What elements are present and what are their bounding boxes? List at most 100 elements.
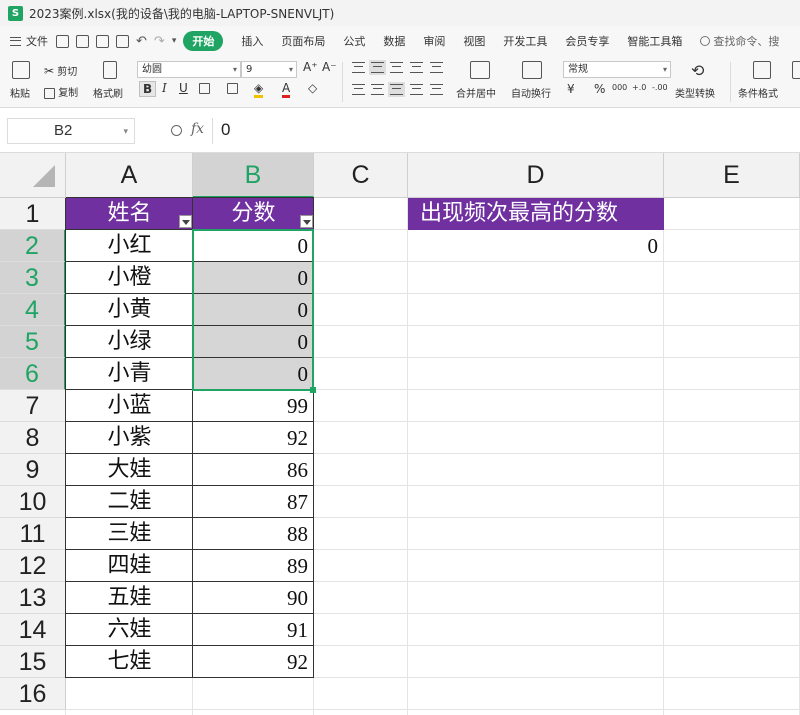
tab-member[interactable]: 会员专享	[565, 33, 609, 49]
cut-button[interactable]: ✂ 剪切	[44, 63, 77, 78]
print-icon[interactable]	[96, 34, 109, 48]
zoom-icon[interactable]	[171, 125, 182, 136]
cell-fill-style-button[interactable]	[227, 83, 238, 95]
cell-a4[interactable]: 小黄	[66, 294, 193, 326]
number-format-select[interactable]: 常规 ▾	[563, 61, 671, 78]
row-header-16[interactable]: 16	[0, 678, 66, 710]
justify-icon[interactable]	[410, 84, 423, 95]
align-middle-icon[interactable]	[369, 60, 386, 75]
column-header-e[interactable]: E	[664, 153, 800, 198]
print-preview-icon[interactable]	[116, 34, 129, 48]
border-button[interactable]	[199, 83, 210, 95]
wrap-text-button[interactable]	[522, 61, 542, 79]
tab-home[interactable]: 开始	[183, 31, 224, 51]
increase-decimal-button[interactable]: +.0	[632, 83, 646, 92]
cell-b14[interactable]: 91	[193, 614, 314, 646]
select-all-corner[interactable]	[0, 153, 66, 198]
cell-b10[interactable]: 87	[193, 486, 314, 518]
thousands-separator-button[interactable]: 000	[612, 83, 627, 92]
cell-a3[interactable]: 小橙	[66, 262, 193, 294]
cell-a5[interactable]: 小绿	[66, 326, 193, 358]
column-header-b[interactable]: B	[193, 153, 314, 198]
format-painter-button[interactable]	[101, 61, 117, 79]
file-menu[interactable]: 文件	[10, 33, 48, 49]
row-header-10[interactable]: 10	[0, 486, 66, 518]
row-header-15[interactable]: 15	[0, 646, 66, 678]
conditional-format-button[interactable]	[753, 61, 771, 79]
name-box[interactable]: B2 ▾	[7, 118, 135, 144]
copy-button[interactable]: 复制	[44, 84, 78, 99]
align-left-icon[interactable]	[352, 84, 365, 95]
shrink-font-button[interactable]: A⁻	[322, 60, 337, 74]
align-bottom-icon[interactable]	[390, 62, 403, 73]
cell-b6[interactable]: 0	[193, 358, 314, 390]
cell-a2[interactable]: 小红	[66, 230, 193, 262]
cell-b15[interactable]: 92	[193, 646, 314, 678]
quick-access-dropdown-icon[interactable]: ▾	[172, 36, 177, 46]
row-header-7[interactable]: 7	[0, 390, 66, 422]
row-header-6[interactable]: 6	[0, 358, 66, 390]
decrease-decimal-button[interactable]: -.00	[652, 83, 668, 92]
cell-a8[interactable]: 小紫	[66, 422, 193, 454]
redo-icon[interactable]: ↷	[154, 34, 165, 49]
spreadsheet-grid[interactable]: A B C D E 1 2 3 4 5 6 7 8 9 10 11 12 13 14 15 16 姓名 分数 出现频次最高的分…	[0, 153, 800, 715]
insert-function-button[interactable]: fx	[191, 121, 204, 137]
cell-a13[interactable]: 五娃	[66, 582, 193, 614]
cell-a9[interactable]: 大娃	[66, 454, 193, 486]
font-size-select[interactable]: 9 ▾	[241, 61, 297, 78]
cell-b5[interactable]: 0	[193, 326, 314, 358]
column-header-d[interactable]: D	[408, 153, 664, 198]
command-search[interactable]: 查找命令、搜	[700, 33, 779, 49]
undo-icon[interactable]: ↶	[136, 34, 147, 49]
row-header-5[interactable]: 5	[0, 326, 66, 358]
cell-a7[interactable]: 小蓝	[66, 390, 193, 422]
column-header-a[interactable]: A	[66, 153, 193, 198]
distributed-align-icon[interactable]	[430, 84, 443, 95]
tab-review[interactable]: 审阅	[423, 33, 445, 49]
filter-dropdown-icon[interactable]	[300, 215, 313, 228]
cell-b8[interactable]: 92	[193, 422, 314, 454]
formula-input[interactable]: 0	[212, 118, 800, 144]
cell-a1[interactable]: 姓名	[66, 198, 193, 230]
cell-a11[interactable]: 三娃	[66, 518, 193, 550]
cell-a10[interactable]: 二娃	[66, 486, 193, 518]
tab-smart-toolbox[interactable]: 智能工具箱	[627, 33, 682, 49]
cell-b4[interactable]: 0	[193, 294, 314, 326]
clear-format-button[interactable]: ◇	[308, 81, 317, 95]
align-right-icon[interactable]	[388, 82, 405, 97]
font-name-select[interactable]: 幼圆 ▾	[137, 61, 241, 78]
tab-data[interactable]: 数据	[383, 33, 405, 49]
currency-button[interactable]: ¥	[567, 82, 575, 96]
fill-handle[interactable]	[310, 387, 316, 393]
grow-font-button[interactable]: A⁺	[303, 60, 318, 74]
fill-color-button[interactable]: ◈	[254, 81, 264, 98]
row-header-4[interactable]: 4	[0, 294, 66, 326]
row-header-8[interactable]: 8	[0, 422, 66, 454]
underline-button[interactable]: U	[179, 81, 188, 95]
cell-b7[interactable]: 99	[193, 390, 314, 422]
paste-button[interactable]	[12, 61, 30, 79]
row-header-2[interactable]: 2	[0, 230, 66, 262]
cell-b9[interactable]: 86	[193, 454, 314, 486]
cell-a6[interactable]: 小青	[66, 358, 193, 390]
filter-dropdown-icon[interactable]	[179, 215, 192, 228]
cell-b11[interactable]: 88	[193, 518, 314, 550]
tab-insert[interactable]: 插入	[241, 33, 263, 49]
cell-a12[interactable]: 四娃	[66, 550, 193, 582]
tab-formulas[interactable]: 公式	[343, 33, 365, 49]
save-icon[interactable]	[56, 34, 69, 48]
cell-b2[interactable]: 0	[193, 230, 314, 262]
row-header-13[interactable]: 13	[0, 582, 66, 614]
more-ribbon-icon[interactable]	[792, 61, 800, 79]
row-header-12[interactable]: 12	[0, 550, 66, 582]
row-header-9[interactable]: 9	[0, 454, 66, 486]
cell-a15[interactable]: 七娃	[66, 646, 193, 678]
row-header-3[interactable]: 3	[0, 262, 66, 294]
export-pdf-icon[interactable]	[76, 34, 89, 48]
cell-b1[interactable]: 分数	[193, 198, 314, 230]
font-color-button[interactable]: A	[282, 81, 291, 98]
percent-button[interactable]: %	[594, 82, 605, 96]
column-header-c[interactable]: C	[314, 153, 408, 198]
row-header-11[interactable]: 11	[0, 518, 66, 550]
cell-a14[interactable]: 六娃	[66, 614, 193, 646]
